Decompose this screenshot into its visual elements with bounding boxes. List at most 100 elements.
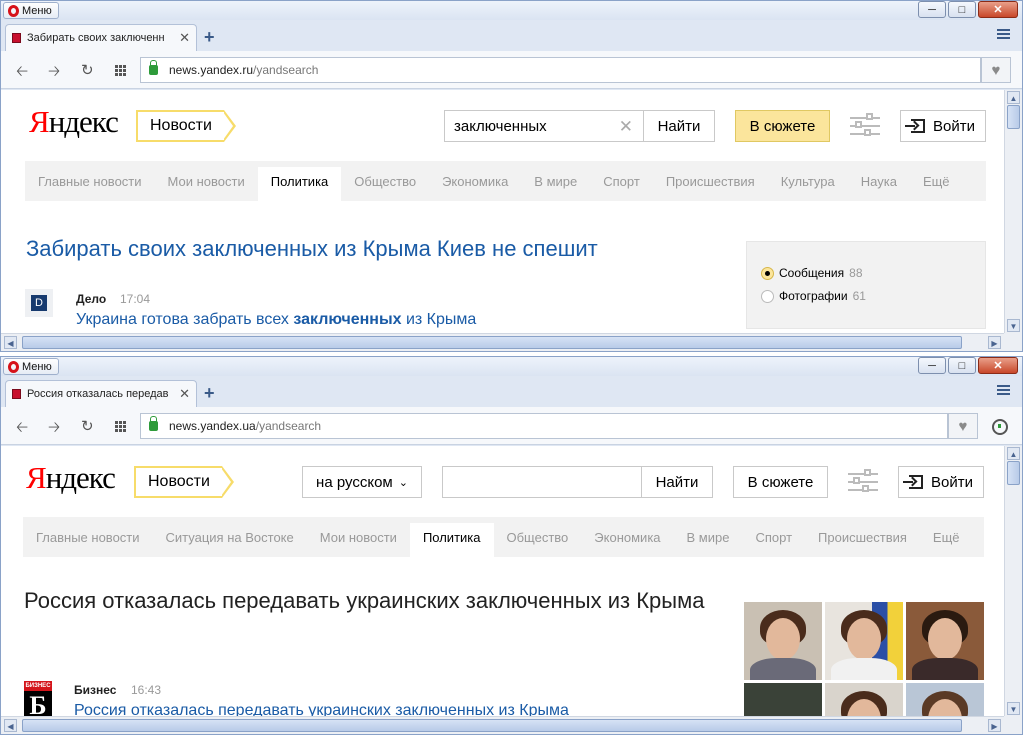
- url-field[interactable]: news.yandex.ru /yandsearch: [140, 57, 981, 83]
- news-photo[interactable]: [906, 683, 984, 716]
- nav-item[interactable]: Спорт: [742, 517, 805, 557]
- horizontal-scrollbar[interactable]: ◀ ▶: [1, 333, 1004, 351]
- filter-photos[interactable]: Фотографии 61: [761, 289, 866, 303]
- tab-close-icon[interactable]: ✕: [179, 386, 190, 402]
- nav-item[interactable]: Спорт: [590, 161, 653, 201]
- find-button[interactable]: Найти: [641, 466, 713, 498]
- nav-item[interactable]: Экономика: [429, 161, 521, 201]
- yandex-logo[interactable]: Яндекс: [29, 104, 119, 140]
- search-input[interactable]: [442, 466, 642, 498]
- story-headline[interactable]: Забирать своих заключенных из Крыма Киев…: [26, 233, 598, 264]
- service-tab-news[interactable]: Новости: [134, 466, 234, 498]
- maximize-icon[interactable]: □: [948, 1, 976, 18]
- search-input[interactable]: заключенных ✕: [444, 110, 643, 142]
- login-button[interactable]: Войти: [900, 110, 986, 142]
- language-select[interactable]: на русском ⌄: [302, 466, 422, 498]
- yandex-logo[interactable]: Яндекс: [26, 460, 116, 496]
- nav-item[interactable]: Политика: [257, 167, 342, 201]
- scroll-thumb[interactable]: [1007, 461, 1020, 485]
- scroll-left-icon[interactable]: ◀: [4, 336, 17, 349]
- back-icon[interactable]: 🡠: [16, 61, 28, 86]
- back-icon[interactable]: 🡠: [16, 417, 28, 442]
- filter-messages[interactable]: Сообщения 88: [761, 266, 863, 280]
- nav-item[interactable]: Культура: [768, 161, 848, 201]
- nav-item[interactable]: Ещё: [920, 517, 973, 557]
- speed-dial-icon[interactable]: [115, 421, 126, 432]
- in-story-button[interactable]: В сюжете: [733, 466, 828, 498]
- source-name[interactable]: Бизнес: [74, 683, 116, 697]
- vertical-scrollbar[interactable]: ▲ ▼: [1004, 90, 1022, 333]
- scroll-right-icon[interactable]: ▶: [988, 336, 1001, 349]
- heart-icon[interactable]: ♥: [948, 413, 978, 439]
- minimize-icon[interactable]: ─: [918, 1, 946, 18]
- settings-sliders-icon[interactable]: [850, 113, 880, 138]
- scroll-thumb[interactable]: [1007, 105, 1020, 129]
- minimize-icon[interactable]: ─: [918, 357, 946, 374]
- horizontal-scrollbar[interactable]: ◀ ▶: [1, 716, 1004, 734]
- forward-icon[interactable]: 🡢: [48, 417, 60, 442]
- radio-icon[interactable]: [761, 289, 774, 303]
- reload-icon[interactable]: ↻: [81, 417, 94, 435]
- new-tab-icon[interactable]: +: [204, 27, 215, 48]
- news-snippet-link[interactable]: Украина готова забрать всех заключенных …: [76, 311, 476, 329]
- nav-item[interactable]: Общество: [494, 517, 582, 557]
- nav-item[interactable]: Главные новости: [25, 161, 155, 201]
- clear-search-icon[interactable]: ✕: [619, 117, 633, 137]
- reload-icon[interactable]: ↻: [81, 61, 94, 79]
- tab-menu-icon[interactable]: [997, 29, 1010, 41]
- search-value: заключенных: [454, 117, 547, 135]
- nav-item[interactable]: Происшествия: [653, 161, 768, 201]
- scroll-down-icon[interactable]: ▼: [1007, 319, 1020, 332]
- nav-item[interactable]: Мои новости: [155, 161, 258, 201]
- settings-sliders-icon[interactable]: [848, 469, 878, 494]
- news-photo[interactable]: [744, 683, 822, 716]
- source-name[interactable]: Дело: [76, 292, 106, 306]
- scroll-left-icon[interactable]: ◀: [4, 719, 17, 732]
- nav-item[interactable]: Происшествия: [805, 517, 920, 557]
- nav-item[interactable]: Ситуация на Востоке: [153, 517, 307, 557]
- browser-tab[interactable]: Забирать своих заключенн ✕: [5, 24, 197, 51]
- find-button[interactable]: Найти: [643, 110, 715, 142]
- opera-menu-button[interactable]: Меню: [3, 358, 59, 375]
- in-story-button[interactable]: В сюжете: [735, 110, 830, 142]
- forward-icon[interactable]: 🡢: [48, 61, 60, 86]
- window-controls: ─ □ ✕: [918, 1, 1018, 18]
- radio-selected-icon[interactable]: [761, 266, 774, 280]
- speed-dial-icon[interactable]: [115, 65, 126, 76]
- news-photo[interactable]: [825, 602, 903, 680]
- scroll-right-icon[interactable]: ▶: [988, 719, 1001, 732]
- new-tab-icon[interactable]: +: [204, 383, 215, 404]
- nav-item[interactable]: Экономика: [581, 517, 673, 557]
- nav-item[interactable]: Мои новости: [307, 517, 410, 557]
- vertical-scrollbar[interactable]: ▲ ▼: [1004, 446, 1022, 716]
- close-icon[interactable]: ✕: [978, 1, 1018, 18]
- opera-menu-button[interactable]: Меню: [3, 2, 59, 19]
- url-field[interactable]: news.yandex.ua /yandsearch: [140, 413, 948, 439]
- scroll-up-icon[interactable]: ▲: [1007, 447, 1020, 460]
- scroll-down-icon[interactable]: ▼: [1007, 702, 1020, 715]
- nav-item[interactable]: В мире: [674, 517, 743, 557]
- nav-item[interactable]: Ещё: [910, 161, 963, 201]
- scroll-thumb-horizontal[interactable]: [22, 719, 962, 732]
- close-icon[interactable]: ✕: [978, 357, 1018, 374]
- maximize-icon[interactable]: □: [948, 357, 976, 374]
- tab-menu-icon[interactable]: [997, 385, 1010, 397]
- news-photo[interactable]: [744, 602, 822, 680]
- nav-item[interactable]: В мире: [521, 161, 590, 201]
- tab-close-icon[interactable]: ✕: [179, 30, 190, 46]
- browser-tab[interactable]: Россия отказалась передав ✕: [5, 380, 197, 407]
- news-photo[interactable]: [825, 683, 903, 716]
- scroll-corner: [1004, 716, 1022, 734]
- news-photo[interactable]: [906, 602, 984, 680]
- news-snippet-link[interactable]: Россия отказалась передавать украинских …: [74, 702, 569, 716]
- nav-item[interactable]: Общество: [341, 161, 429, 201]
- nav-item[interactable]: Политика: [409, 523, 494, 557]
- heart-icon[interactable]: ♥: [981, 57, 1011, 83]
- history-clock-icon[interactable]: [992, 419, 1008, 435]
- nav-item[interactable]: Главные новости: [23, 517, 153, 557]
- service-tab-news[interactable]: Новости: [136, 110, 236, 142]
- scroll-up-icon[interactable]: ▲: [1007, 91, 1020, 104]
- nav-item[interactable]: Наука: [848, 161, 910, 201]
- login-button[interactable]: Войти: [898, 466, 984, 498]
- scroll-thumb-horizontal[interactable]: [22, 336, 962, 349]
